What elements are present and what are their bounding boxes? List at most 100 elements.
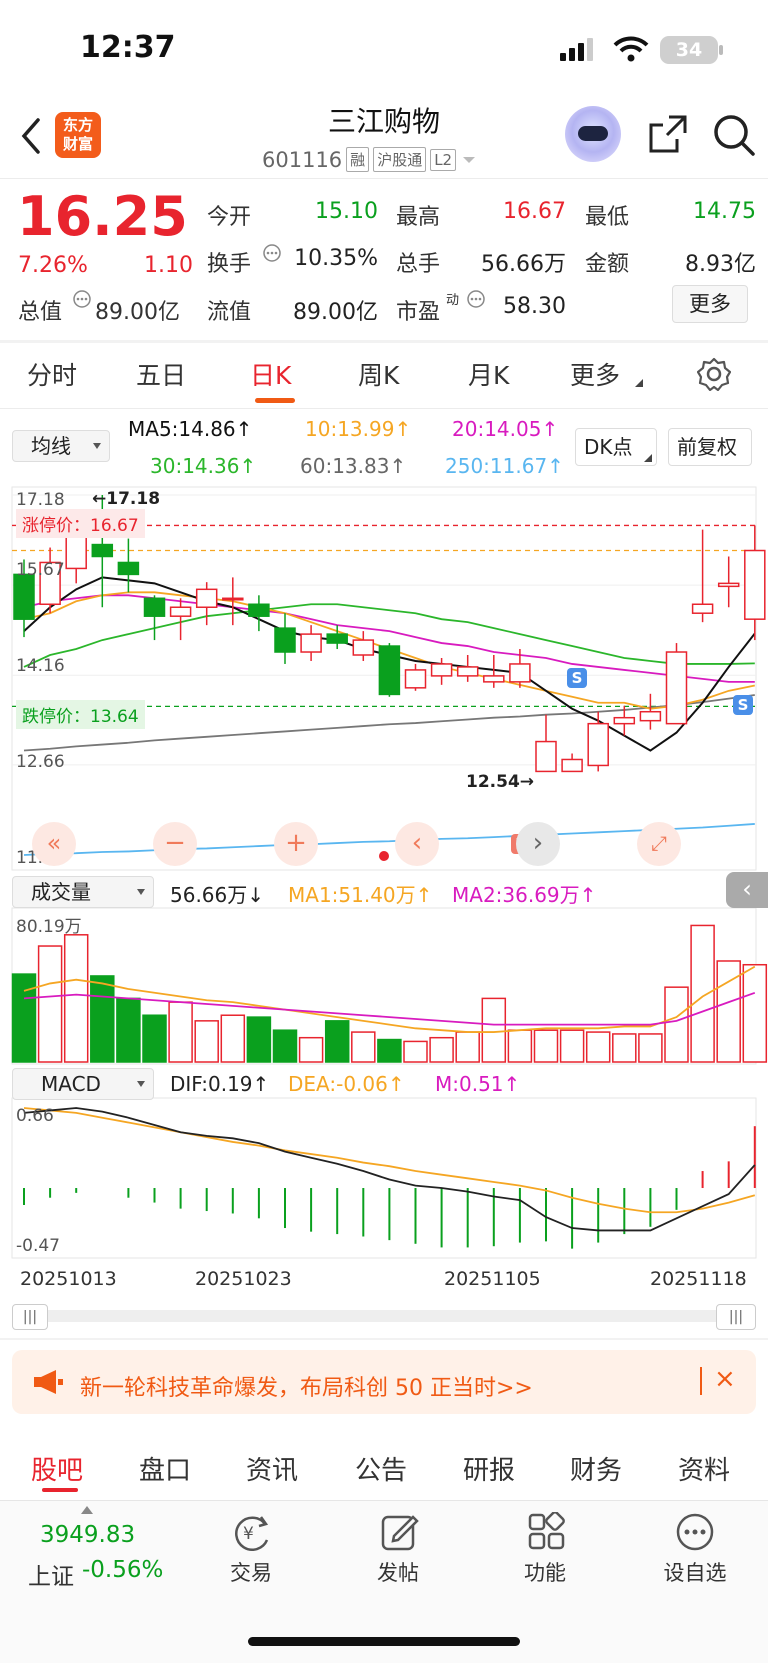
nav-functions[interactable]: 功能 (500, 1557, 590, 1587)
kline-axis-4: 12.66 (16, 752, 65, 772)
ma250-value: 250:11.67↑ (445, 454, 564, 478)
candle-body (352, 639, 375, 656)
info-dots-icon[interactable] (466, 289, 486, 309)
settings-gear-icon[interactable] (697, 357, 731, 391)
megaphone-icon (34, 1370, 63, 1394)
nav-add-watchlist[interactable]: 设自选 (650, 1557, 740, 1587)
high-label: 最高 (396, 205, 441, 230)
volume-bar (612, 1033, 637, 1063)
volume-bar (90, 975, 115, 1063)
assistant-avatar-icon[interactable] (565, 106, 621, 162)
candle-body (535, 740, 557, 773)
turnover-label: 换手 (207, 252, 252, 277)
max-price-mark: ←17.18 (92, 489, 161, 509)
amount-value: 8.93亿 (685, 252, 756, 277)
volume-bar (272, 1029, 298, 1063)
fullscreen-icon[interactable]: ⤢ (637, 822, 681, 866)
kline-axis-3: 14.16 (16, 656, 65, 676)
promo-banner-text[interactable]: 新一轮科技革命爆发，布局科创 50 正当时>> (80, 1370, 533, 1402)
candle-body (430, 663, 453, 677)
index-value[interactable]: 3949.83 (40, 1522, 135, 1548)
tab-minute[interactable]: 分时 (27, 356, 77, 392)
tab-active-indicator (255, 398, 295, 403)
signal-icon (560, 38, 593, 61)
volume-value: 56.66万 (481, 252, 566, 277)
tag-margin: 融 (346, 147, 370, 172)
tab-forum[interactable]: 股吧 (31, 1450, 83, 1487)
macd-indicator-select[interactable]: MACD (12, 1068, 154, 1100)
trade-icon[interactable]: ¥ (229, 1512, 273, 1552)
candle-body (691, 603, 714, 614)
sell-signal-icon[interactable]: S (567, 668, 587, 688)
tab-announcements[interactable]: 公告 (355, 1450, 407, 1487)
volume-ma2: MA2:36.69万↑ (452, 883, 597, 907)
tab-news[interactable]: 资讯 (246, 1450, 298, 1487)
mcap-label: 总值 (18, 300, 63, 325)
low-label: 最低 (585, 205, 630, 230)
high-value: 16.67 (503, 199, 566, 224)
scroll-right-icon[interactable]: › (516, 822, 560, 866)
select-caret-icon (137, 1081, 145, 1087)
volume-bar (142, 1014, 167, 1063)
volume-indicator-select[interactable]: 成交量 (12, 876, 154, 908)
search-icon[interactable] (712, 113, 756, 157)
pe-sup: 动 (446, 293, 460, 308)
open-label: 今开 (207, 205, 252, 230)
nav-trade[interactable]: 交易 (206, 1557, 296, 1587)
tab-five-day[interactable]: 五日 (136, 356, 186, 392)
range-slider-track[interactable] (12, 1310, 756, 1322)
adjust-mode-button[interactable]: 前复权 (668, 428, 752, 466)
macd-dea: DEA:-0.06↑ (288, 1072, 405, 1096)
volume-axis-top: 80.19万 (16, 917, 82, 937)
watchlist-more-icon[interactable] (675, 1512, 715, 1552)
info-dots-icon[interactable] (72, 289, 92, 309)
stock-code-line[interactable]: 601116 融 沪股通 L2 (262, 147, 478, 172)
tab-more[interactable]: 更多 (570, 356, 620, 392)
ma10-value: 10:13.99↑ (305, 417, 412, 441)
scroll-left-icon[interactable]: ‹ (395, 822, 439, 866)
zoom-in-icon[interactable]: + (274, 822, 318, 866)
candle-body (326, 633, 348, 644)
tab-research[interactable]: 研报 (463, 1450, 515, 1487)
wifi-icon (613, 36, 649, 62)
range-right-handle[interactable]: ||| (716, 1304, 756, 1330)
volume-bar (664, 986, 689, 1063)
tab-month-k[interactable]: 月K (468, 356, 509, 392)
stock-code: 601116 (262, 147, 343, 172)
index-name[interactable]: 上证 (28, 1557, 74, 1591)
macd-dif: DIF:0.19↑ (170, 1072, 270, 1096)
limit-down-label: 跌停价：13.64 (16, 700, 145, 729)
share-icon[interactable] (647, 113, 689, 155)
tab-orderbook[interactable]: 盘口 (139, 1450, 191, 1487)
volume-bar (690, 924, 715, 1063)
index-change[interactable]: -0.56% (82, 1557, 163, 1583)
tab-profile[interactable]: 资料 (678, 1450, 730, 1487)
volume-bar (116, 997, 141, 1063)
more-quote-button[interactable]: 更多 (672, 285, 748, 323)
up-arrow-icon (81, 1506, 93, 1514)
zoom-out-icon[interactable]: − (153, 822, 197, 866)
scroll-far-left-icon[interactable]: « (32, 822, 76, 866)
select-caret-icon (93, 443, 101, 449)
volume-bar (481, 997, 507, 1063)
range-left-handle[interactable]: ||| (12, 1304, 48, 1330)
candle-body (613, 716, 636, 725)
nav-post[interactable]: 发帖 (353, 1557, 443, 1587)
functions-grid-icon[interactable] (527, 1512, 567, 1552)
status-time: 12:37 (80, 30, 176, 65)
volume-bar (429, 1036, 454, 1063)
tab-financials[interactable]: 财务 (570, 1450, 622, 1487)
post-icon[interactable] (380, 1512, 420, 1552)
close-banner-icon[interactable]: × (714, 1364, 736, 1394)
info-dots-icon[interactable] (262, 243, 282, 263)
candle-body (169, 606, 192, 617)
volume-bar (298, 1036, 324, 1063)
tab-day-k[interactable]: 日K (250, 356, 291, 392)
tab-week-k[interactable]: 周K (358, 356, 399, 392)
sell-signal-icon[interactable]: S (733, 695, 753, 715)
candle-body (561, 758, 583, 773)
event-dot-icon[interactable] (379, 851, 389, 861)
low-value: 14.75 (693, 199, 756, 224)
macd-m: M:0.51↑ (435, 1072, 521, 1096)
collapse-panel-icon[interactable]: ‹ (726, 872, 768, 908)
